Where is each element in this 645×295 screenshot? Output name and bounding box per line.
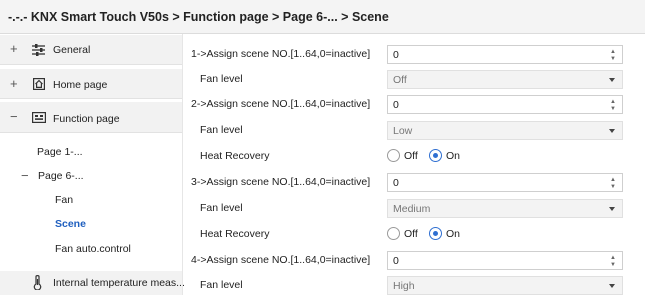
sidebar-item-page-6[interactable]: − Page 6-... xyxy=(0,168,182,186)
expand-icon[interactable]: + xyxy=(10,41,18,56)
heat-recovery-label: Heat Recovery xyxy=(200,150,270,162)
scene-4-number-input[interactable]: 0 ▲ ▼ xyxy=(387,251,623,270)
sidebar-item-page-1[interactable]: Page 1-... xyxy=(0,144,182,162)
spin-arrows-icon[interactable]: ▲ ▼ xyxy=(610,97,618,112)
fan-level-label: Fan level xyxy=(200,202,243,214)
radio-on[interactable] xyxy=(429,227,442,240)
collapse-icon[interactable]: − xyxy=(10,109,18,124)
radio-on[interactable] xyxy=(429,149,442,162)
fan-level-label: Fan level xyxy=(200,73,243,85)
scene-1-number-input[interactable]: 0 ▲ ▼ xyxy=(387,45,623,64)
scene-1-fan-level-row: Fan level Off xyxy=(183,68,645,90)
sidebar-item-label: Function page xyxy=(53,113,120,125)
sidebar: + General + Home page − Function page Pa… xyxy=(0,34,185,295)
scene-1-fan-level-select[interactable]: Off xyxy=(387,70,623,89)
radio-off-label: Off xyxy=(404,150,418,162)
radio-off[interactable] xyxy=(387,149,400,162)
sidebar-item-fan-auto-control[interactable]: Fan auto.control xyxy=(0,241,182,259)
spin-value: 0 xyxy=(393,99,399,111)
scene-4-fan-level-select[interactable]: High xyxy=(387,276,623,295)
scene-3-number-label: 3->Assign scene NO.[1..64,0=inactive] xyxy=(191,176,371,188)
select-value: Medium xyxy=(393,203,431,215)
scene-3-number-input[interactable]: 0 ▲ ▼ xyxy=(387,173,623,192)
heat-recovery-label: Heat Recovery xyxy=(200,228,270,240)
home-icon xyxy=(33,78,46,93)
spin-value: 0 xyxy=(393,49,399,61)
sidebar-item-label: Page 6-... xyxy=(38,170,84,182)
scene-3-number-row: 3->Assign scene NO.[1..64,0=inactive] 0 … xyxy=(183,171,645,193)
sidebar-item-label: Home page xyxy=(53,79,108,91)
spin-arrows-icon[interactable]: ▲ ▼ xyxy=(610,175,618,190)
breadcrumb: -.-.- KNX Smart Touch V50s > Function pa… xyxy=(0,0,645,34)
sidebar-item-label: Page 1-... xyxy=(37,146,83,158)
collapse-icon[interactable]: − xyxy=(21,168,29,183)
radio-off[interactable] xyxy=(387,227,400,240)
chevron-down-icon xyxy=(609,129,615,133)
chevron-down-icon xyxy=(609,207,615,211)
scene-2-number-label: 2->Assign scene NO.[1..64,0=inactive] xyxy=(191,98,371,110)
sidebar-item-label: General xyxy=(53,44,91,56)
sidebar-item-label: Fan auto.control xyxy=(55,243,131,255)
sidebar-item-internal-temperature[interactable]: Internal temperature meas... xyxy=(0,271,185,295)
sidebar-item-label: Internal temperature meas... xyxy=(53,277,185,289)
fan-level-label: Fan level xyxy=(200,279,243,291)
radio-on-label: On xyxy=(446,150,461,162)
thermometer-icon xyxy=(33,274,42,293)
scene-1-number-row: 1->Assign scene NO.[1..64,0=inactive] 0 … xyxy=(183,43,645,65)
spin-arrows-icon[interactable]: ▲ ▼ xyxy=(610,47,618,62)
scene-4-number-row: 4->Assign scene NO.[1..64,0=inactive] 0 … xyxy=(183,249,645,271)
chevron-down-icon xyxy=(609,284,615,288)
chevron-down-icon xyxy=(609,78,615,82)
sidebar-item-fan[interactable]: Fan xyxy=(0,192,182,210)
spin-value: 0 xyxy=(393,255,399,267)
keyboard-icon xyxy=(32,112,47,126)
select-value: High xyxy=(393,280,415,292)
scene-2-number-input[interactable]: 0 ▲ ▼ xyxy=(387,95,623,114)
sidebar-item-general[interactable]: + General xyxy=(0,35,182,65)
select-value: Off xyxy=(393,74,407,86)
select-value: Low xyxy=(393,125,413,137)
sidebar-item-function-page[interactable]: − Function page xyxy=(0,102,182,133)
sliders-icon xyxy=(32,44,45,59)
sidebar-item-label: Scene xyxy=(55,218,86,230)
sidebar-item-label: Fan xyxy=(55,194,74,206)
scene-2-fan-level-row: Fan level Low xyxy=(183,119,645,141)
fan-level-label: Fan level xyxy=(200,124,243,136)
scene-3-heat-recovery-row: Heat Recovery Off On xyxy=(183,223,645,245)
scene-4-fan-level-row: Fan level High xyxy=(183,274,645,295)
scene-1-number-label: 1->Assign scene NO.[1..64,0=inactive] xyxy=(191,48,371,60)
scene-3-fan-level-row: Fan level Medium xyxy=(183,197,645,219)
radio-on-label: On xyxy=(446,228,461,240)
scene-2-number-row: 2->Assign scene NO.[1..64,0=inactive] 0 … xyxy=(183,93,645,115)
expand-icon[interactable]: + xyxy=(10,76,18,91)
scene-3-fan-level-select[interactable]: Medium xyxy=(387,199,623,218)
parameter-panel: 1->Assign scene NO.[1..64,0=inactive] 0 … xyxy=(183,34,645,295)
spin-arrows-icon[interactable]: ▲ ▼ xyxy=(610,253,618,268)
scene-4-number-label: 4->Assign scene NO.[1..64,0=inactive] xyxy=(191,254,371,266)
scene-2-fan-level-select[interactable]: Low xyxy=(387,121,623,140)
sidebar-item-home-page[interactable]: + Home page xyxy=(0,69,182,99)
sidebar-item-scene[interactable]: Scene xyxy=(0,216,182,234)
spin-value: 0 xyxy=(393,177,399,189)
scene-2-heat-recovery-row: Heat Recovery Off On xyxy=(183,145,645,167)
radio-off-label: Off xyxy=(404,228,418,240)
